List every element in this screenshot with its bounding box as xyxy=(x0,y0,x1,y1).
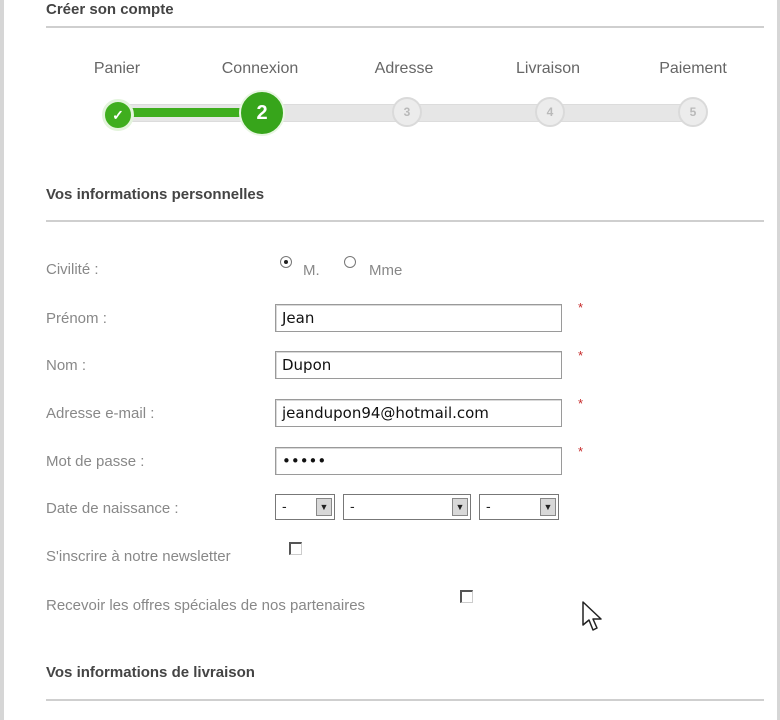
step-label-adresse: Adresse xyxy=(374,60,434,77)
radio-m-label[interactable]: M. xyxy=(303,262,320,279)
password-input[interactable]: ••••• xyxy=(275,447,562,475)
birthdate-label: Date de naissance : xyxy=(46,500,179,517)
personal-info-divider xyxy=(46,220,764,222)
radio-mme-label[interactable]: Mme xyxy=(369,262,402,279)
email-required-mark: * xyxy=(578,396,584,411)
step-circle-1: ✓ xyxy=(102,99,134,131)
dropdown-arrow-icon: ▼ xyxy=(452,498,468,516)
password-label: Mot de passe : xyxy=(46,453,145,470)
step-label-livraison: Livraison xyxy=(515,60,581,77)
firstname-required-mark: * xyxy=(578,300,584,315)
step-label-paiement: Paiement xyxy=(659,60,727,77)
newsletter-label[interactable]: S'inscrire à notre newsletter xyxy=(46,548,231,565)
title-divider xyxy=(46,26,764,28)
step-circle-5: 5 xyxy=(678,97,708,127)
civility-label: Civilité : xyxy=(46,261,99,278)
lastname-required-mark: * xyxy=(578,348,584,363)
step-circle-3: 3 xyxy=(392,97,422,127)
personal-info-title: Vos informations personnelles xyxy=(46,186,265,203)
radio-mme[interactable] xyxy=(344,256,356,268)
firstname-label: Prénom : xyxy=(46,310,107,327)
newsletter-checkbox[interactable] xyxy=(289,542,302,555)
page-title: Créer son compte xyxy=(46,1,174,18)
birth-month-value: - xyxy=(350,498,355,514)
delivery-info-title: Vos informations de livraison xyxy=(46,664,255,681)
dropdown-arrow-icon: ▼ xyxy=(540,498,556,516)
dropdown-arrow-icon: ▼ xyxy=(316,498,332,516)
partners-label[interactable]: Recevoir les offres spéciales de nos par… xyxy=(46,597,365,614)
step-circle-4: 4 xyxy=(535,97,565,127)
password-required-mark: * xyxy=(578,444,584,459)
lastname-label: Nom : xyxy=(46,357,87,374)
birth-day-value: - xyxy=(282,498,287,514)
firstname-input[interactable]: Jean xyxy=(275,304,562,332)
check-icon: ✓ xyxy=(112,106,124,123)
step-label-connexion: Connexion xyxy=(221,60,299,77)
partners-checkbox[interactable] xyxy=(460,590,473,603)
window-frame-left xyxy=(0,0,4,720)
birth-year-select[interactable]: - ▼ xyxy=(479,494,559,520)
radio-m[interactable] xyxy=(280,256,292,268)
email-input[interactable]: jeandupon94@hotmail.com xyxy=(275,399,562,427)
birth-month-select[interactable]: - ▼ xyxy=(343,494,471,520)
birth-day-select[interactable]: - ▼ xyxy=(275,494,335,520)
lastname-input[interactable]: Dupon xyxy=(275,351,562,379)
step-label-panier: Panier xyxy=(93,60,141,77)
delivery-info-divider xyxy=(46,699,764,701)
email-label: Adresse e-mail : xyxy=(46,405,155,422)
arrow-cursor-icon xyxy=(582,601,602,631)
birth-year-value: - xyxy=(486,498,491,514)
step-circle-2: 2 xyxy=(239,90,285,136)
